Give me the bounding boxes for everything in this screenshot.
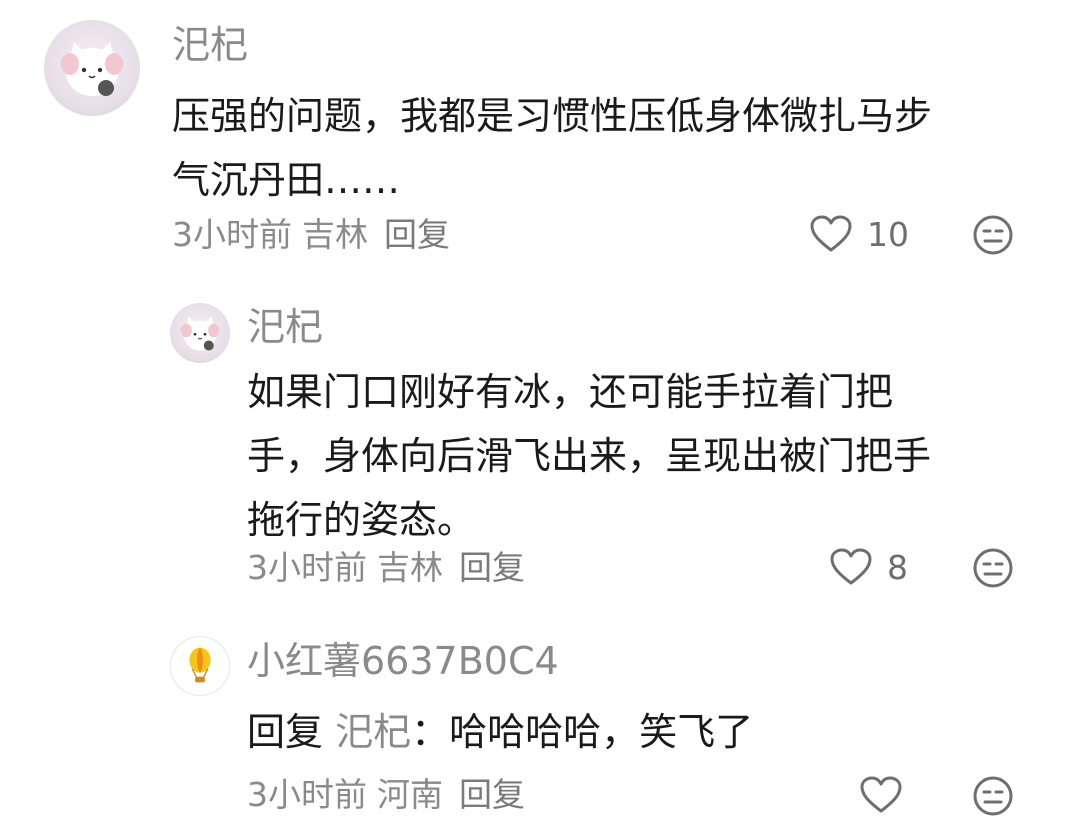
reply-meta: 3小时前 吉林 回复: [247, 551, 535, 584]
reply-prefix: 回复: [247, 710, 324, 754]
reply-content: 回复 汜杞：哈哈哈哈，笑飞了: [247, 700, 753, 764]
like-button[interactable]: [859, 775, 903, 815]
location: 吉林: [302, 215, 368, 254]
content-line: 如果门口刚好有冰，还可能手拉着门把: [247, 370, 894, 414]
content-line: 拖行的姿态。: [247, 498, 476, 542]
like-button[interactable]: 8: [829, 547, 908, 587]
neutral-face-icon: [973, 548, 1013, 588]
neutral-face-icon: [973, 776, 1013, 816]
dislike-button[interactable]: [972, 775, 1014, 817]
heart-outline-icon: [860, 776, 902, 813]
avatar[interactable]: [44, 20, 140, 116]
avatar[interactable]: [170, 303, 230, 363]
dislike-button[interactable]: [972, 547, 1014, 589]
cat-avatar-icon: [180, 316, 220, 351]
reply-meta: 3小时前 河南 回复: [247, 778, 535, 811]
location: 河南: [377, 775, 443, 814]
reply-button[interactable]: 回复: [459, 548, 525, 587]
dislike-button[interactable]: [972, 214, 1014, 256]
content-line: 回复 汜杞：哈哈哈哈，笑飞了: [247, 700, 753, 764]
like-count: 10: [867, 214, 909, 254]
location: 吉林: [377, 548, 443, 587]
timestamp: 3小时前: [247, 775, 367, 814]
reply-text: 哈哈哈哈，笑飞了: [449, 710, 754, 754]
content-line: 手，身体向后滑飞出来，呈现出被门把手: [247, 434, 932, 478]
hot-air-balloon-icon: [189, 647, 211, 683]
avatar[interactable]: [170, 636, 230, 696]
reply-button[interactable]: 回复: [384, 215, 450, 254]
neutral-face-icon: [973, 215, 1013, 255]
cat-avatar-icon: [61, 42, 123, 96]
heart-outline-icon: [830, 548, 872, 585]
reply-target-username[interactable]: 汜杞: [335, 710, 411, 754]
timestamp: 3小时前: [172, 215, 292, 254]
reply-separator: ：: [411, 710, 450, 754]
username[interactable]: 汜杞: [247, 308, 323, 346]
comment-content: 压强的问题，我都是习惯性压低身体微扎马步 气沉丹田……: [172, 84, 932, 212]
like-button[interactable]: 10: [809, 214, 909, 254]
reply-button[interactable]: 回复: [459, 775, 525, 814]
username[interactable]: 汜杞: [172, 26, 248, 64]
content-line: 压强的问题，我都是习惯性压低身体微扎马步: [172, 94, 933, 138]
comment-meta: 3小时前 吉林 回复: [172, 218, 460, 251]
content-line: 气沉丹田……: [172, 158, 401, 202]
like-count: 8: [887, 547, 908, 587]
timestamp: 3小时前: [247, 548, 367, 587]
heart-outline-icon: [810, 215, 852, 252]
username[interactable]: 小红薯6637B0C4: [247, 642, 559, 680]
reply-content: 如果门口刚好有冰，还可能手拉着门把 手，身体向后滑飞出来，呈现出被门把手 拖行的…: [247, 360, 931, 552]
